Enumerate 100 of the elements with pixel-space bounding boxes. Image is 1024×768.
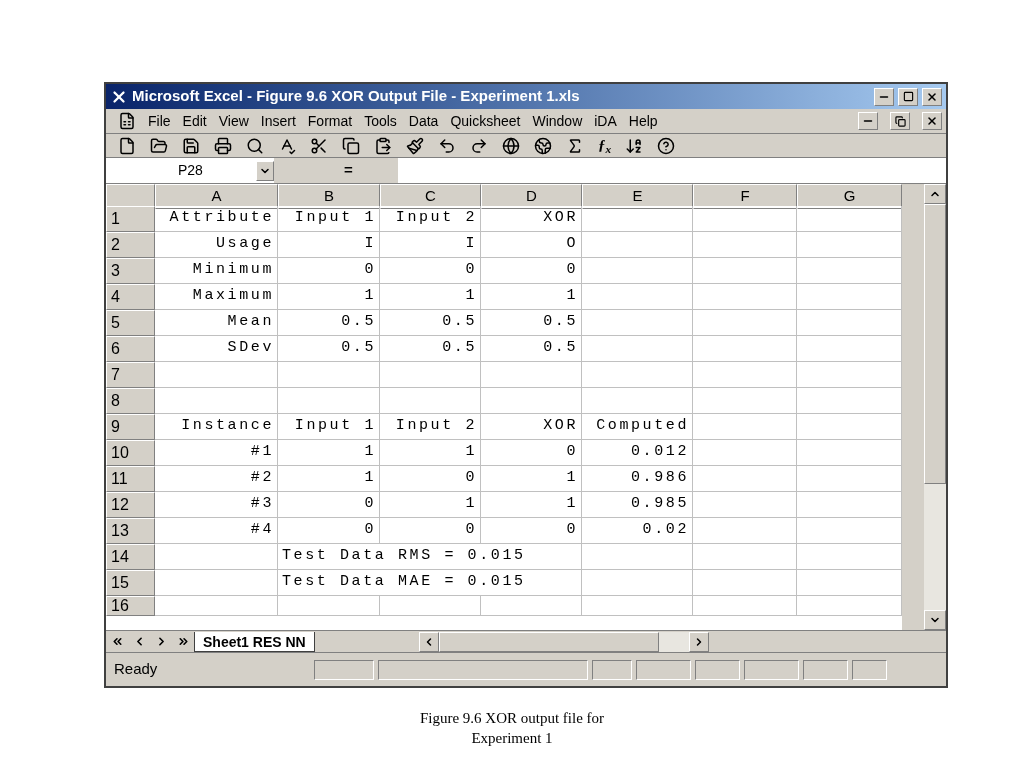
minimize-button[interactable] bbox=[874, 87, 894, 106]
horizontal-scrollbar[interactable] bbox=[418, 631, 709, 652]
menu-item[interactable]: iDA bbox=[594, 110, 617, 132]
column-header[interactable]: F bbox=[693, 184, 797, 209]
globe-arrows-button[interactable] bbox=[534, 136, 552, 155]
paste-button[interactable] bbox=[374, 136, 392, 155]
close-button[interactable] bbox=[922, 87, 942, 106]
new-file-icon bbox=[118, 136, 136, 155]
row-header[interactable]: 6 bbox=[106, 336, 155, 362]
row-header[interactable]: 7 bbox=[106, 362, 155, 388]
menu-item[interactable]: View bbox=[218, 110, 249, 132]
table-cell: 0 bbox=[481, 258, 582, 284]
menu-item[interactable]: Format bbox=[307, 110, 353, 132]
row-header[interactable]: 11 bbox=[106, 466, 155, 492]
copy-button[interactable] bbox=[342, 136, 360, 155]
scroll-right-button[interactable] bbox=[688, 631, 709, 652]
save-button[interactable] bbox=[182, 136, 200, 155]
restore-icon bbox=[894, 115, 906, 127]
row-header[interactable]: 9 bbox=[106, 414, 155, 440]
table-cell: 0.5 bbox=[278, 310, 380, 336]
sort-ascending-button[interactable] bbox=[625, 136, 644, 155]
column-header[interactable]: A bbox=[155, 184, 278, 209]
scroll-thumb[interactable] bbox=[924, 204, 946, 484]
table-cell: Attribute bbox=[155, 206, 278, 232]
row-header[interactable]: 5 bbox=[106, 310, 155, 336]
table-cell: #4 bbox=[155, 518, 278, 544]
table-cell: 0 bbox=[380, 518, 481, 544]
open-folder-button[interactable] bbox=[150, 136, 168, 155]
row-header[interactable]: 14 bbox=[106, 544, 155, 570]
table-cell: 1 bbox=[380, 492, 481, 518]
cut-icon bbox=[310, 136, 328, 155]
table-cell: 0.986 bbox=[582, 466, 693, 492]
menu-item[interactable]: Tools bbox=[364, 110, 397, 132]
status-panel bbox=[695, 659, 740, 680]
menu-item[interactable]: Edit bbox=[182, 110, 207, 132]
minimize-button[interactable] bbox=[858, 112, 878, 130]
name-box-dropdown[interactable] bbox=[256, 160, 274, 181]
row-header[interactable]: 3 bbox=[106, 258, 155, 284]
sheet-tab[interactable]: Sheet1 RES NN bbox=[194, 631, 315, 652]
help-icon bbox=[657, 136, 676, 155]
row-header[interactable]: 2 bbox=[106, 232, 155, 258]
globe-button[interactable] bbox=[502, 136, 520, 155]
status-panel bbox=[314, 659, 374, 680]
table-cell: 0.5 bbox=[481, 336, 582, 362]
restore-button[interactable] bbox=[890, 112, 910, 130]
cut-button[interactable] bbox=[310, 136, 328, 155]
table-cell: Input 1 bbox=[278, 206, 380, 232]
row-header[interactable]: 13 bbox=[106, 518, 155, 544]
menu-item[interactable]: Data bbox=[408, 110, 439, 132]
row-header[interactable]: 12 bbox=[106, 492, 155, 518]
menu-item[interactable]: Window bbox=[532, 110, 583, 132]
table-cell: 0 bbox=[380, 258, 481, 284]
table-cell: Input 2 bbox=[380, 206, 481, 232]
row-header[interactable]: 1 bbox=[106, 206, 155, 232]
name-box[interactable]: P28 bbox=[106, 158, 256, 183]
printer-button[interactable] bbox=[214, 136, 232, 155]
row-header[interactable]: 16 bbox=[106, 596, 155, 616]
menu-item[interactable]: Help bbox=[628, 110, 658, 132]
table-cell: 0 bbox=[481, 518, 582, 544]
table-cell: SDev bbox=[155, 336, 278, 362]
new-file-button[interactable] bbox=[118, 136, 136, 155]
print-preview-icon bbox=[246, 136, 264, 155]
open-folder-icon bbox=[150, 136, 168, 155]
scroll-left-button[interactable] bbox=[418, 631, 439, 652]
row-header[interactable]: 10 bbox=[106, 440, 155, 466]
column-header[interactable]: C bbox=[380, 184, 481, 209]
table-cell: 0.5 bbox=[380, 336, 481, 362]
undo-button[interactable] bbox=[438, 136, 456, 155]
globe-icon bbox=[502, 136, 520, 155]
table-cell: Usage bbox=[155, 232, 278, 258]
menu-item[interactable]: Insert bbox=[260, 110, 296, 132]
maximize-button[interactable] bbox=[898, 87, 918, 106]
scroll-thumb[interactable] bbox=[438, 631, 659, 652]
printer-icon bbox=[214, 136, 232, 155]
redo-button[interactable] bbox=[470, 136, 488, 155]
column-header[interactable]: G bbox=[797, 184, 902, 209]
close-icon bbox=[926, 115, 938, 127]
menu-item[interactable]: File bbox=[148, 110, 171, 132]
menu-item[interactable]: Quicksheet bbox=[450, 110, 521, 132]
table-cell: 0 bbox=[481, 440, 582, 466]
scroll-down-button[interactable] bbox=[924, 610, 946, 630]
window-title: Microsoft Excel - Figure 9.6 XOR Output File - Experiment 1.xls bbox=[132, 86, 581, 107]
table-cell: 1 bbox=[481, 284, 582, 310]
table-cell: Maximum bbox=[155, 284, 278, 310]
function-button[interactable]: ƒ$_{x}$ bbox=[598, 134, 612, 157]
status-text: Ready bbox=[113, 659, 159, 680]
status-panel bbox=[636, 659, 691, 680]
row-header[interactable]: 4 bbox=[106, 284, 155, 310]
close-button[interactable] bbox=[922, 112, 942, 130]
column-header[interactable]: B bbox=[278, 184, 380, 209]
table-cell: 1 bbox=[278, 284, 380, 310]
row-header[interactable]: 15 bbox=[106, 570, 155, 596]
column-header[interactable]: D bbox=[481, 184, 582, 209]
column-header[interactable]: E bbox=[582, 184, 693, 209]
paintbrush-button[interactable] bbox=[406, 136, 424, 155]
scroll-up-button[interactable] bbox=[924, 184, 946, 204]
vertical-scrollbar[interactable] bbox=[924, 184, 946, 630]
row-header[interactable]: 8 bbox=[106, 388, 155, 414]
help-button[interactable] bbox=[657, 136, 676, 155]
print-preview-button[interactable] bbox=[246, 136, 264, 155]
